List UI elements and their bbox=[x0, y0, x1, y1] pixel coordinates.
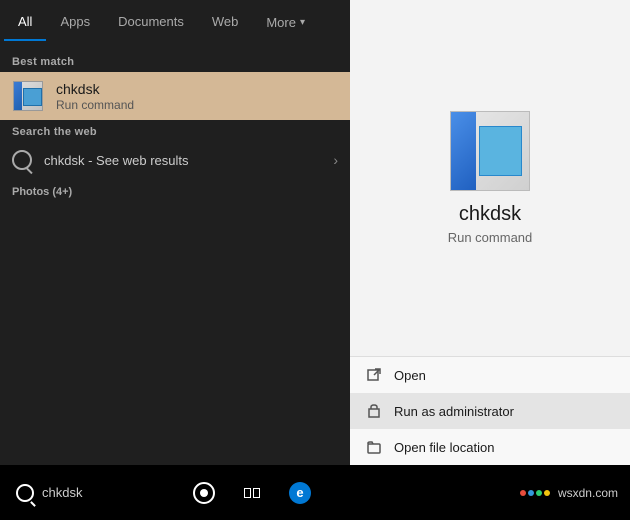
tv-rect-1 bbox=[244, 488, 251, 498]
open-file-location-icon bbox=[366, 439, 382, 455]
wsxdn-text: wsxdn.com bbox=[558, 486, 618, 500]
web-search-text: chkdsk - See web results bbox=[44, 153, 321, 168]
edge-button[interactable]: e bbox=[276, 465, 324, 520]
tab-all[interactable]: All bbox=[4, 4, 46, 41]
wsxdn-logo bbox=[520, 490, 550, 496]
context-menu: Open Run as administrator Open file loca… bbox=[350, 356, 630, 465]
open-icon bbox=[366, 367, 382, 383]
edge-icon: e bbox=[289, 482, 311, 504]
menu-open-label: Open bbox=[394, 368, 426, 383]
cortana-icon bbox=[193, 482, 215, 504]
best-match-subtitle: Run command bbox=[56, 98, 338, 112]
menu-run-as-admin-label: Run as administrator bbox=[394, 404, 514, 419]
taskbar-search-area[interactable]: chkdsk bbox=[0, 465, 180, 520]
tab-documents[interactable]: Documents bbox=[104, 4, 198, 41]
app-icon-small bbox=[12, 80, 44, 112]
tv-rect-2 bbox=[253, 488, 260, 498]
best-match-item[interactable]: chkdsk Run command bbox=[0, 72, 350, 120]
app-name: chkdsk bbox=[459, 203, 521, 226]
search-icon bbox=[12, 150, 32, 170]
tab-web[interactable]: Web bbox=[198, 4, 253, 41]
chkdsk-icon-inner bbox=[479, 126, 522, 176]
logo-dot-green bbox=[536, 490, 542, 496]
tab-more[interactable]: More ▾ bbox=[252, 5, 319, 40]
chevron-right-icon: › bbox=[333, 152, 338, 168]
cortana-button[interactable] bbox=[180, 465, 228, 520]
logo-dot-yellow bbox=[544, 490, 550, 496]
chkdsk-icon-large bbox=[450, 111, 530, 191]
app-type: Run command bbox=[448, 230, 533, 245]
chevron-down-icon: ▾ bbox=[300, 17, 305, 28]
logo-dot-blue bbox=[528, 490, 534, 496]
tab-bar: All Apps Documents Web More ▾ bbox=[0, 0, 350, 44]
web-section-label: Search the web bbox=[0, 120, 350, 142]
task-view-button[interactable] bbox=[228, 465, 276, 520]
results-list: Best match chkdsk Run command Search the… bbox=[0, 44, 350, 465]
app-detail-area: chkdsk Run command bbox=[350, 0, 630, 356]
web-search-item[interactable]: chkdsk - See web results › bbox=[0, 142, 350, 178]
right-panel: chkdsk Run command Open Run as administr bbox=[350, 0, 630, 465]
app-icon-large bbox=[450, 111, 530, 191]
menu-item-open-file-location[interactable]: Open file location bbox=[350, 429, 630, 465]
task-view-icon bbox=[244, 488, 260, 498]
search-panel: All Apps Documents Web More ▾ Best match… bbox=[0, 0, 350, 465]
chkdsk-icon-small bbox=[13, 81, 43, 111]
run-as-admin-icon bbox=[366, 403, 382, 419]
best-match-text: chkdsk Run command bbox=[56, 81, 338, 112]
cortana-inner-dot bbox=[200, 489, 208, 497]
menu-open-file-location-label: Open file location bbox=[394, 440, 494, 455]
taskbar-right-area: wsxdn.com bbox=[508, 486, 630, 500]
best-match-title: chkdsk bbox=[56, 81, 338, 97]
best-match-label: Best match bbox=[0, 50, 350, 72]
taskbar: chkdsk e wsxdn.com bbox=[0, 465, 630, 520]
taskbar-search-text: chkdsk bbox=[42, 485, 82, 500]
photos-section-label: Photos (4+) bbox=[0, 178, 350, 202]
menu-item-run-as-admin[interactable]: Run as administrator bbox=[350, 393, 630, 429]
taskbar-search-icon bbox=[16, 484, 34, 502]
logo-dot-red bbox=[520, 490, 526, 496]
menu-item-open[interactable]: Open bbox=[350, 357, 630, 393]
tab-apps[interactable]: Apps bbox=[46, 4, 104, 41]
